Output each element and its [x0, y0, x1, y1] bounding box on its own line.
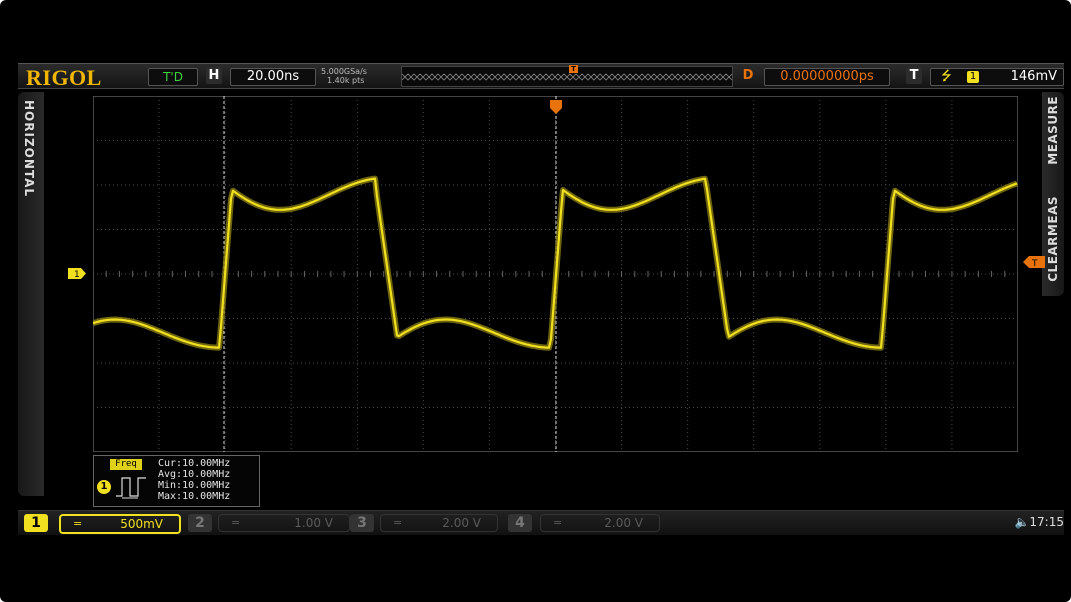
channel-bar: 1 = 500mV 2 = 1.00 V 3 = 2.00 V 4 = 2.00…	[18, 510, 1064, 535]
status-bar: RIGOL T'D H 20.00ns 5.000GSa/s 1.40k pts…	[18, 63, 1064, 90]
ch3-button[interactable]: 3	[350, 514, 374, 532]
clock-time: 17:15	[1029, 515, 1064, 529]
horizontal-menu-label: HORIZONTAL	[22, 100, 36, 198]
trigger-source: 1	[967, 71, 979, 83]
clearmeas-menu-label[interactable]: CLEARMEAS	[1046, 196, 1060, 282]
ch2-coupling: =	[231, 516, 241, 529]
ch3-scale-value: 2.00 V	[442, 516, 481, 530]
measure-menu-label: MEASURE	[1046, 96, 1060, 165]
ch2-scale[interactable]: = 1.00 V	[218, 514, 350, 532]
memory-depth: 1.40k pts	[327, 76, 365, 85]
delay-value[interactable]: 0.00000000ps	[764, 68, 890, 86]
measurement-average: Avg:10.00MHz	[158, 469, 231, 480]
measurement-maximum: Max:10.00MHz	[158, 491, 231, 502]
measurement-minimum: Min:10.00MHz	[158, 480, 231, 491]
trigger-label: T	[906, 67, 922, 84]
measurement-panel[interactable]: Freq 1 Cur:10.00MHz Avg:10.00MHz Min:10.…	[93, 455, 260, 507]
memory-trigger-marker: T	[569, 65, 578, 73]
ch1-button[interactable]: 1	[24, 514, 48, 532]
memory-waveform-icon	[402, 73, 732, 81]
waveform-display[interactable]	[93, 96, 1018, 452]
horizontal-label: H	[206, 67, 222, 84]
svg-text:1: 1	[74, 270, 80, 279]
measurement-tag: Freq	[110, 459, 142, 470]
clock: 🔈17:15	[1014, 515, 1064, 529]
timebase-value[interactable]: 20.00ns	[230, 68, 316, 86]
ch3-scale[interactable]: = 2.00 V	[380, 514, 498, 532]
sample-rate: 5.000GSa/s	[321, 67, 367, 76]
frequency-icon	[116, 477, 146, 499]
ch1-offset-marker[interactable]: 1	[68, 268, 86, 279]
measurement-channel-badge: 1	[97, 480, 111, 494]
trigger-level: 146mV	[1010, 69, 1057, 84]
ch4-button[interactable]: 4	[508, 514, 532, 532]
trigger-level-marker[interactable]: T	[1023, 256, 1045, 268]
ch4-scale-value: 2.00 V	[604, 516, 643, 530]
oscilloscope-screen: RIGOL T'D H 20.00ns 5.000GSa/s 1.40k pts…	[0, 0, 1071, 602]
speaker-icon[interactable]: 🔈	[1014, 515, 1029, 529]
brand-logo: RIGOL	[26, 65, 102, 90]
ch1-scale[interactable]: = 500mV	[59, 514, 181, 534]
rising-edge-icon: ⭍	[941, 69, 952, 84]
trigger-settings[interactable]: ⭍ 1 146mV	[930, 68, 1064, 86]
ch3-coupling: =	[393, 516, 403, 529]
memory-overview	[401, 66, 733, 87]
ch4-coupling: =	[553, 516, 563, 529]
ch4-scale[interactable]: = 2.00 V	[540, 514, 660, 532]
ch2-scale-value: 1.00 V	[294, 516, 333, 530]
ch2-button[interactable]: 2	[188, 514, 212, 532]
horizontal-softkey[interactable]: HORIZONTAL	[18, 92, 44, 496]
run-state-indicator[interactable]: T'D	[148, 68, 198, 86]
ch1-coupling: =	[73, 517, 83, 530]
measure-softkey[interactable]: MEASURE CLEARMEAS	[1042, 92, 1064, 296]
delay-label: D	[742, 68, 754, 83]
ch1-scale-value: 500mV	[120, 517, 163, 531]
svg-text:T: T	[1031, 259, 1038, 268]
measurement-current: Cur:10.00MHz	[158, 458, 231, 469]
